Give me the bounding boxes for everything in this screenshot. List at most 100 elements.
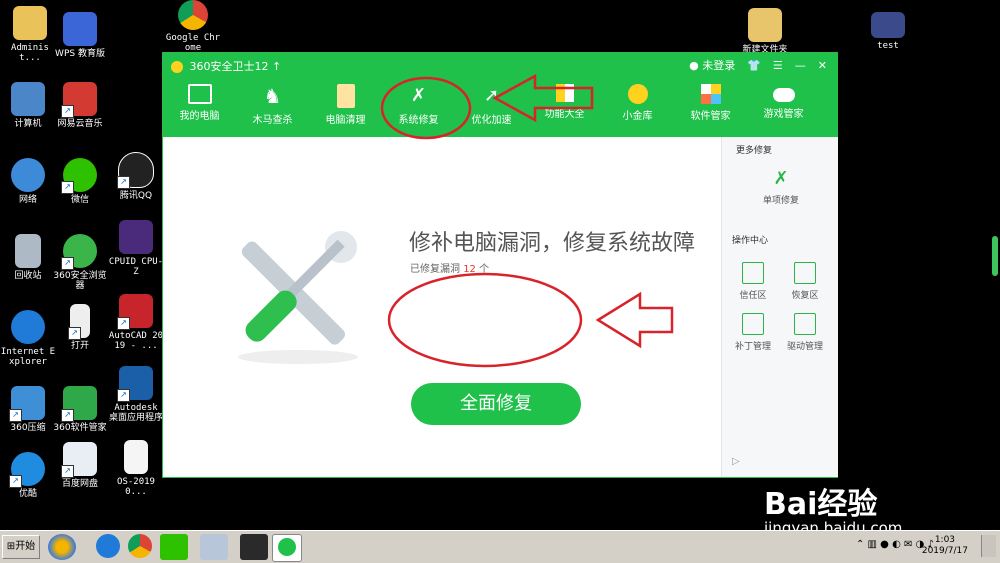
autodesk-icon: ↗ (117, 366, 153, 402)
desktop-icon-360zip[interactable]: ↗ 360压缩 (0, 386, 56, 433)
rocket-icon: ➚ (483, 85, 500, 106)
trust-zone-icon (742, 262, 764, 284)
taskbar-chrome-icon[interactable] (128, 534, 152, 558)
show-desktop-button[interactable] (981, 535, 996, 557)
repair-tools-illustration (238, 231, 358, 364)
desktop-icon-os-file[interactable]: OS-20190... (108, 440, 164, 497)
recycle-bin-icon (15, 234, 41, 268)
menu-icon[interactable]: ☰ (773, 59, 783, 72)
windows-icon (742, 313, 764, 335)
gamepad-icon (772, 88, 795, 102)
tab-system-repair[interactable]: ✗ 系统修复 (382, 79, 455, 131)
desktop-icon-qq[interactable]: ↗ 腾讯QQ (108, 152, 164, 201)
single-repair-item[interactable]: ✗ 单项修复 (756, 168, 806, 207)
desktop-icon-network[interactable]: 网络 (0, 158, 56, 205)
computer-icon (11, 82, 45, 116)
driver-management-item[interactable]: 驱动管理 (780, 313, 830, 352)
taskbar-app-icon[interactable] (48, 534, 76, 560)
watermark-brand: Bai经验 (764, 487, 878, 522)
grid-icon (555, 84, 574, 102)
taskbar-app2-icon[interactable] (240, 534, 268, 560)
tab-small-vault[interactable]: 小金库 (601, 79, 674, 131)
clock[interactable]: 1:03 2019/7/17 (922, 535, 968, 557)
desktop-icon-computer[interactable]: 计算机 (0, 82, 56, 129)
repair-panel: 修补电脑漏洞，修复系统故障 已修复漏洞 12 个 全面修复 (163, 137, 721, 477)
taskbar-ie-icon[interactable] (96, 534, 120, 558)
repair-headline: 修补电脑漏洞，修复系统故障 (409, 231, 696, 256)
edge-indicator (992, 236, 998, 276)
desktop-icon-wps[interactable]: WPS 教育版 (52, 12, 108, 59)
driver-icon (794, 313, 816, 335)
software-blocks-icon (700, 84, 721, 104)
taskbar-paint-icon[interactable] (200, 534, 228, 560)
login-button[interactable]: ● 未登录 (689, 57, 735, 73)
trust-zone-item[interactable]: 信任区 (728, 262, 778, 301)
operation-center-heading: 操作中心 (732, 236, 769, 246)
baidu-netdisk-icon: ↗ (61, 442, 97, 478)
desktop-icon-netease-music[interactable]: ↗ 网易云音乐 (52, 82, 108, 129)
restore-zone-item[interactable]: 恢复区 (780, 262, 830, 301)
autocad-icon: ↗ (117, 294, 153, 330)
desktop-icon-recycle-bin[interactable]: 回收站 (0, 234, 56, 281)
window-header: 360安全卫士12 ↑ ● 未登录 👕 ☰ — ✕ 我的电脑 ♞ 木马查杀 电脑… (163, 53, 837, 137)
tab-pc-cleanup[interactable]: 电脑清理 (309, 79, 382, 131)
desktop-icon-administrator[interactable]: Administ... (2, 6, 58, 63)
tab-all-features[interactable]: 功能大全 (528, 79, 601, 131)
document-icon (124, 440, 148, 474)
tools-icon: ✗ (773, 168, 789, 189)
desktop-icon-360-software[interactable]: ↗ 360软件管家 (52, 386, 108, 433)
collapse-sidebar-icon[interactable]: ▷ (732, 456, 740, 467)
desktop-icon-youku[interactable]: ↗ 优酷 (0, 452, 56, 499)
desktop-icon-wechat[interactable]: ↗ 微信 (52, 158, 108, 205)
skin-icon[interactable]: 👕 (747, 59, 761, 72)
taskbar-360-icon[interactable] (272, 534, 302, 562)
user-icon: ● (689, 59, 699, 72)
start-button[interactable]: ⊞开始 (2, 535, 40, 559)
taskbar-wechat-icon[interactable] (160, 534, 188, 560)
horse-icon: ♞ (263, 84, 282, 108)
file-icon: ↗ (68, 304, 90, 340)
wechat-icon: ↗ (61, 158, 97, 194)
desktop-icon-360-browser[interactable]: ↗ 360安全浏览器 (52, 234, 108, 291)
desktop-icon-baidu-netdisk[interactable]: ↗ 百度网盘 (52, 442, 108, 489)
360-browser-icon: ↗ (61, 234, 97, 270)
desktop-icon-new-folder[interactable]: 新建文件夹 (737, 8, 793, 55)
patch-management-item[interactable]: 补丁管理 (728, 313, 778, 352)
broom-icon (336, 84, 355, 108)
desktop-icon-ie[interactable]: Internet Explorer (0, 310, 56, 367)
desktop-icon-autocad[interactable]: ↗ AutoCAD 2019 - ... (108, 294, 164, 351)
tab-game-manager[interactable]: 游戏管家 (747, 79, 820, 131)
coin-icon (627, 84, 648, 104)
tab-software-manager[interactable]: 软件管家 (674, 79, 747, 131)
image-file-icon (871, 12, 905, 38)
youku-icon: ↗ (9, 452, 45, 488)
chrome-icon (178, 0, 208, 30)
tab-optimize[interactable]: ➚ 优化加速 (455, 79, 528, 131)
restore-icon (794, 262, 816, 284)
sidebar: 更多修复 ✗ 单项修复 操作中心 信任区 恢复区 补丁管理 驱动管理 ▷ (721, 137, 838, 477)
windows-logo-icon: ⊞ (6, 541, 16, 552)
360-safe-window: 360安全卫士12 ↑ ● 未登录 👕 ☰ — ✕ 我的电脑 ♞ 木马查杀 电脑… (163, 53, 838, 477)
main-nav: 我的电脑 ♞ 木马查杀 电脑清理 ✗ 系统修复 ➚ 优化加速 功能大全 小金库 … (163, 79, 837, 131)
more-repair-heading: 更多修复 (736, 146, 773, 156)
desktop-icon-cpuz[interactable]: CPUID CPU-Z (108, 220, 164, 277)
full-repair-button[interactable]: 全面修复 (411, 383, 581, 425)
close-icon[interactable]: ✕ (818, 59, 827, 72)
window-controls: ● 未登录 👕 ☰ — ✕ (689, 57, 827, 73)
desktop-icon-open[interactable]: ↗ 打开 (52, 304, 108, 351)
monitor-icon (187, 84, 212, 104)
taskbar: ⊞开始 ⌃ ▥ ● ◐ ✉ ◑ ♪ 1:03 2019/7/17 (0, 530, 1000, 563)
minimize-icon[interactable]: — (795, 59, 806, 72)
tab-my-computer[interactable]: 我的电脑 (163, 79, 236, 131)
tab-trojan-scan[interactable]: ♞ 木马查杀 (236, 79, 309, 131)
desktop-icon-autodesk[interactable]: ↗ Autodesk 桌面应用程序 (108, 366, 164, 423)
upgrade-arrow-icon[interactable]: ↑ (272, 60, 281, 73)
desktop-icon-chrome[interactable]: Google Chrome (165, 0, 221, 53)
360-logo-icon (171, 61, 183, 73)
wrench-screwdriver-icon: ✗ (410, 85, 427, 106)
window-title: 360安全卫士12 ↑ (171, 58, 281, 74)
cpuz-icon (119, 220, 153, 254)
internet-explorer-icon (11, 310, 45, 344)
desktop-icon-test[interactable]: test (860, 12, 916, 51)
wps-icon (63, 12, 97, 46)
